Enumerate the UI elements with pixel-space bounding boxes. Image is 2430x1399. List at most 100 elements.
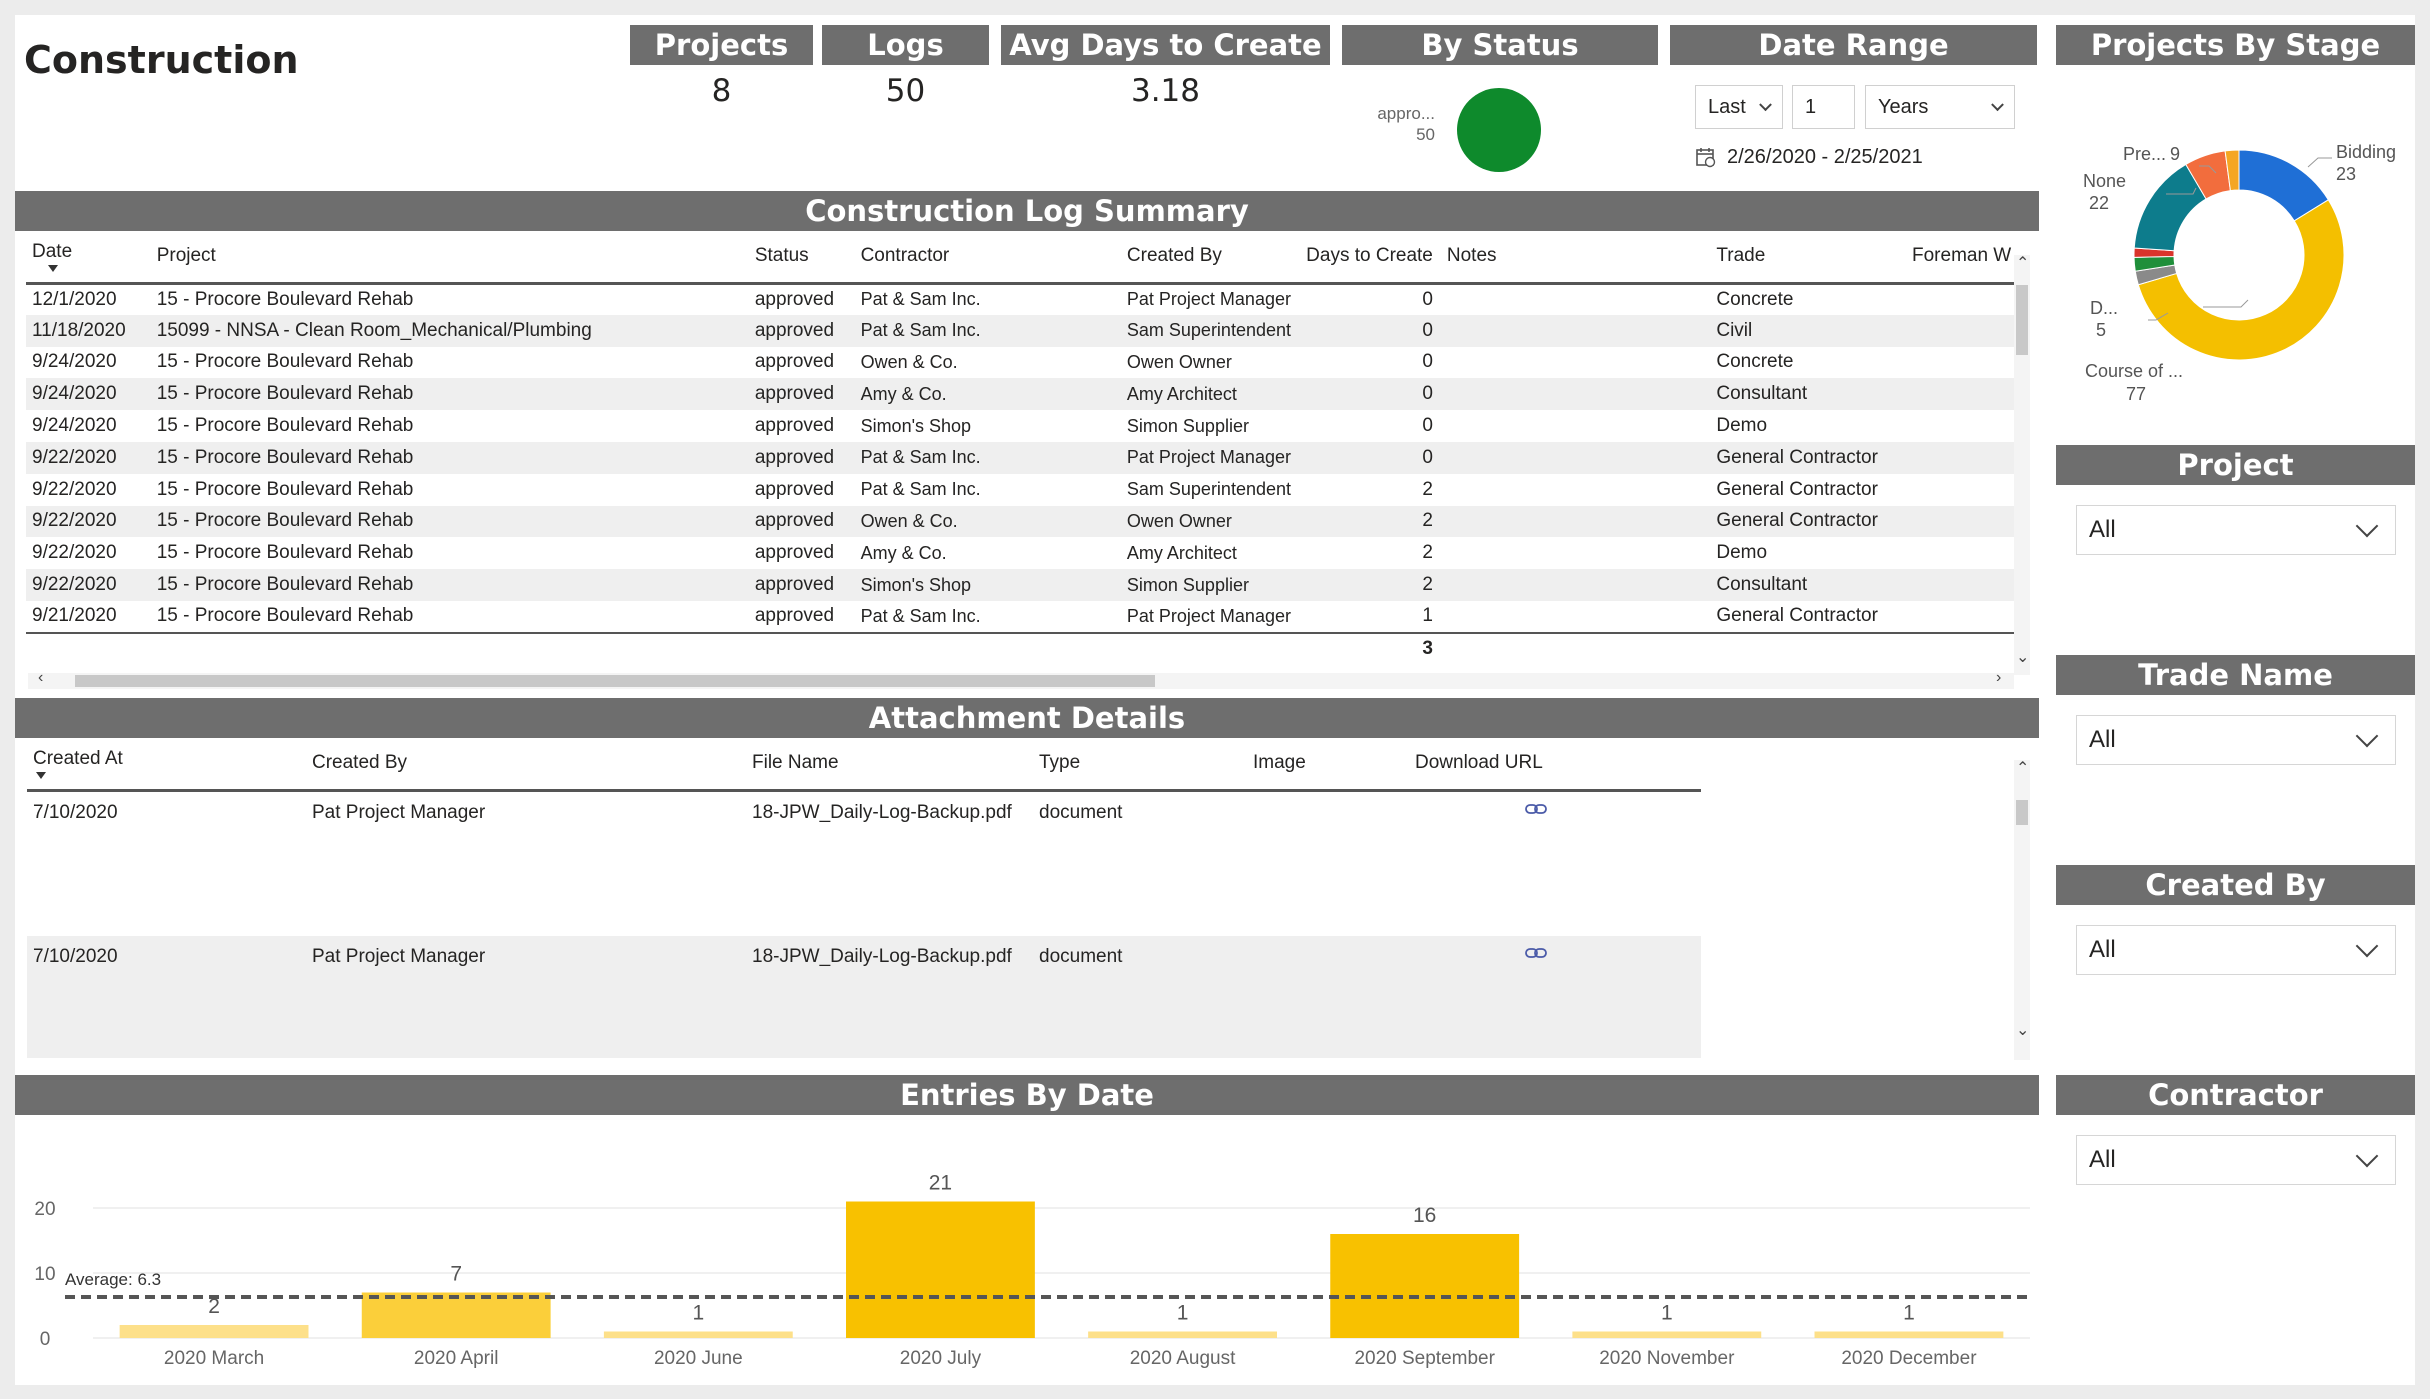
col-days-to-create[interactable]: Days to Create: [1291, 231, 1441, 285]
attachments-vscroll[interactable]: [2014, 760, 2030, 1060]
table-cell: 2: [1291, 569, 1441, 601]
chart-bar[interactable]: [361, 1292, 551, 1339]
col-notes[interactable]: Notes: [1440, 231, 1711, 285]
attachments-body: 7/10/2020 Pat Project Manager 18-JPW_Daily…: [27, 790, 1701, 1058]
table-row[interactable]: 9/21/2020 15 - Procore Boulevard Rehab app…: [26, 601, 2016, 633]
x-tick-label: 2020 April: [414, 1348, 499, 1369]
log-summary-hscroll-thumb[interactable]: [75, 675, 1155, 687]
table-row[interactable]: 12/1/2020 15 - Procore Boulevard Rehab app…: [26, 283, 2016, 315]
chart-bar[interactable]: [1572, 1331, 1762, 1339]
report-canvas: Construction Projects 8 Logs 50 Avg Days…: [15, 15, 2415, 1385]
link-icon[interactable]: [1525, 802, 1547, 816]
col-file-name[interactable]: File Name: [746, 738, 1033, 792]
table-cell: 0: [1422, 351, 1433, 373]
table-row[interactable]: 9/22/2020 15 - Procore Boulevard Rehab app…: [26, 537, 2016, 569]
scroll-down-arrow-icon[interactable]: ⌄: [2016, 647, 2029, 667]
chart-bar[interactable]: [1088, 1331, 1277, 1339]
col-download-url[interactable]: Download URL: [1409, 738, 1701, 792]
table-cell: Demo: [1716, 415, 1768, 437]
chart-bar[interactable]: [119, 1325, 309, 1338]
attachments-header-row: Created At Created By File Name Type Ima…: [27, 738, 1701, 792]
table-cell: 1: [1422, 605, 1433, 627]
contractor-slicer-value: All: [2089, 1146, 2116, 1173]
created-by-slicer-header: Created By: [2056, 865, 2415, 905]
table-row[interactable]: 9/22/2020 15 - Procore Boulevard Rehab app…: [26, 474, 2016, 506]
col-foreman[interactable]: Foreman W: [1906, 231, 2016, 285]
trade-slicer-header: Trade Name: [2056, 655, 2415, 695]
table-cell: [1906, 569, 2016, 601]
table-row[interactable]: 7/10/2020 Pat Project Manager 18-JPW_Daily…: [27, 936, 1701, 1058]
table-row[interactable]: 9/22/2020 15 - Procore Boulevard Rehab app…: [26, 505, 2016, 538]
col-att-created-by[interactable]: Created By: [306, 738, 746, 792]
stage-value-pre: 9: [2170, 144, 2180, 164]
status-slice-value: 50: [1416, 125, 1435, 144]
table-cell: approved: [754, 415, 835, 437]
contractor-slicer-dropdown[interactable]: All: [2076, 1135, 2396, 1185]
table-row[interactable]: 9/24/2020 15 - Procore Boulevard Rehab app…: [26, 347, 2016, 379]
bar-value-label: 1: [1661, 1302, 1673, 1325]
table-row[interactable]: 9/24/2020 15 - Procore Boulevard Rehab app…: [26, 378, 2016, 411]
col-trade[interactable]: Trade: [1710, 231, 1906, 285]
calendar-icon[interactable]: [1695, 146, 1717, 168]
table-cell: 2: [1291, 505, 1441, 538]
col-type[interactable]: Type: [1033, 738, 1247, 792]
log-summary-vscroll-thumb[interactable]: [2016, 285, 2028, 355]
table-row[interactable]: 11/18/2020 15099 - NNSA - Clean Room_Mech…: [26, 314, 2016, 347]
table-cell: 2: [1422, 542, 1433, 564]
x-tick-label: 2020 August: [1130, 1348, 1236, 1369]
entries-by-date-chart: 01020 22020 March72020 April12020 June21…: [34, 1172, 2030, 1369]
project-slicer-dropdown[interactable]: All: [2076, 505, 2396, 555]
stage-label-pre: Pre...: [2123, 144, 2166, 164]
table-cell: 15 - Procore Boulevard Rehab: [150, 505, 749, 538]
table-row[interactable]: 9/22/2020 15 - Procore Boulevard Rehab app…: [26, 569, 2016, 601]
table-cell: 15 - Procore Boulevard Rehab: [156, 351, 414, 373]
table-cell: General Contractor: [1710, 441, 1906, 474]
created-by-slicer-dropdown[interactable]: All: [2076, 925, 2396, 975]
stage-value-d: 5: [2096, 320, 2106, 340]
date-range-count-input[interactable]: 1: [1792, 85, 1855, 129]
table-row[interactable]: 7/10/2020 Pat Project Manager 18-JPW_Daily…: [27, 790, 1701, 936]
table-row[interactable]: 9/24/2020 15 - Procore Boulevard Rehab app…: [26, 410, 2016, 442]
log-summary-hscroll[interactable]: ‹ ›: [28, 669, 2014, 689]
table-cell: 18-JPW_Daily-Log-Backup.pdf: [746, 936, 1033, 1058]
project-slicer-value: All: [2089, 516, 2116, 543]
date-range-mode-select[interactable]: Last: [1695, 85, 1783, 129]
table-cell: 0: [1291, 441, 1441, 474]
scroll-right-arrow-icon[interactable]: ›: [1996, 669, 2001, 687]
col-contractor[interactable]: Contractor: [854, 231, 1121, 285]
log-summary-vscroll[interactable]: [2014, 255, 2030, 675]
chart-bar[interactable]: [1814, 1331, 2004, 1339]
scroll-up-arrow-icon[interactable]: ⌃: [2016, 253, 2029, 273]
col-date[interactable]: Date: [26, 231, 151, 285]
table-cell: [1906, 347, 2016, 379]
scroll-down-arrow-icon[interactable]: ⌄: [2016, 1020, 2029, 1040]
col-status[interactable]: Status: [748, 231, 855, 285]
table-cell: 15099 - NNSA - Clean Room_Mechanical/Plu…: [150, 314, 749, 347]
trade-slicer-dropdown[interactable]: All: [2076, 715, 2396, 765]
status-pie-slice[interactable]: [1457, 88, 1541, 172]
link-icon[interactable]: [1525, 946, 1547, 960]
table-cell: approved: [754, 351, 835, 373]
col-image[interactable]: Image: [1247, 738, 1409, 792]
x-tick-label: 2020 July: [900, 1348, 982, 1369]
chart-bar[interactable]: [846, 1201, 1035, 1339]
col-project[interactable]: Project: [150, 231, 749, 285]
scroll-up-arrow-icon[interactable]: ⌃: [2016, 758, 2029, 778]
col-created-at[interactable]: Created At: [27, 738, 306, 792]
status-slice-name: appro...: [1377, 104, 1435, 123]
table-cell: [1906, 601, 2016, 633]
table-cell: Concrete: [1716, 288, 1794, 310]
col-created-by[interactable]: Created By: [1120, 231, 1291, 285]
table-row[interactable]: 9/22/2020 15 - Procore Boulevard Rehab app…: [26, 441, 2016, 474]
chart-bar[interactable]: [603, 1331, 793, 1339]
chart-bar[interactable]: [1330, 1234, 1520, 1338]
kpi-avg-days-header: Avg Days to Create: [1001, 25, 1330, 65]
table-cell: 9/24/2020: [32, 351, 117, 373]
table-cell: 7/10/2020: [27, 936, 306, 1058]
table-cell: [1440, 378, 1711, 411]
scroll-left-arrow-icon[interactable]: ‹: [38, 669, 43, 687]
attachments-vscroll-thumb[interactable]: [2016, 800, 2028, 825]
status-slice-labels: appro... 50: [1355, 103, 1435, 145]
date-range-unit-select[interactable]: Years: [1865, 85, 2015, 129]
projects-by-stage-donut: Pre... 9 None 22 Bidding 23 D... 5 Cours…: [2083, 142, 2396, 404]
